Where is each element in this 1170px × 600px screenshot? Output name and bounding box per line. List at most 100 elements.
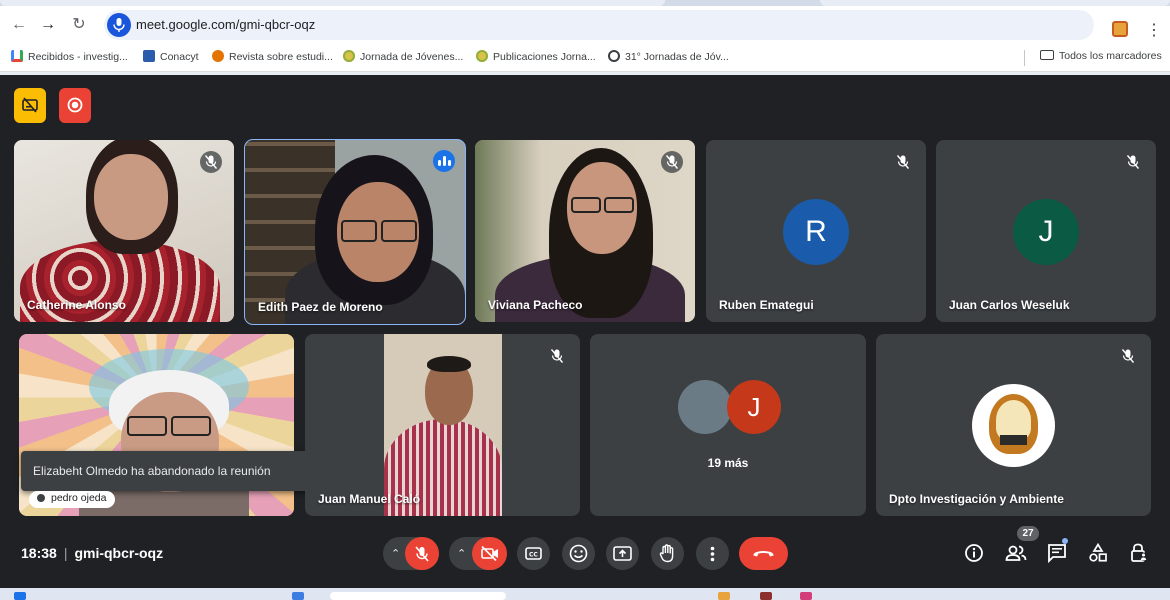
bookmark-item[interactable]: 31° Jornadas de Jóv...: [608, 50, 729, 63]
more-participants-label: 19 más: [707, 456, 749, 470]
meeting-details-button[interactable]: [964, 543, 986, 565]
bookmark-item[interactable]: Conacyt: [143, 50, 199, 63]
participant-tile[interactable]: R Ruben Emategui: [706, 140, 926, 322]
shapes-icon: [1089, 542, 1107, 562]
host-controls-button[interactable]: [1129, 543, 1151, 565]
participant-tile[interactable]: Dpto Investigación y Ambiente: [876, 334, 1151, 516]
participant-avatar: J: [1013, 199, 1079, 265]
bookmark-item[interactable]: Recibidos - investig...: [11, 50, 128, 63]
participant-name: Viviana Pacheco: [488, 298, 583, 312]
taskbar-app-icon[interactable]: [718, 592, 730, 600]
audio-options-chevron-icon[interactable]: ⌃: [391, 547, 400, 560]
start-icon[interactable]: [14, 592, 26, 600]
reactions-button[interactable]: [562, 537, 595, 570]
logo-banner: [1000, 435, 1027, 445]
participant-name: Juan Manuel Caló: [318, 492, 421, 506]
folder-icon: [1040, 50, 1054, 60]
chat-icon: [1048, 544, 1066, 564]
captions-off-icon: [22, 97, 38, 113]
bookmark-item[interactable]: Revista sobre estudi...: [212, 50, 333, 63]
participant-avatar-photo: [678, 380, 732, 434]
people-button[interactable]: [1005, 543, 1027, 565]
participant-tile[interactable]: J Juan Carlos Weseluk: [936, 140, 1156, 322]
glasses: [171, 416, 211, 436]
svg-text:CC: CC: [529, 552, 538, 559]
camera-off-icon: [481, 546, 498, 561]
browser-toolbar: ← → ↻ meet.google.com/gmi-qbcr-oqz ☆ ⋮: [0, 6, 1170, 44]
participant-avatar: J: [727, 380, 781, 434]
end-call-button[interactable]: [739, 537, 788, 570]
browser-chrome: ← → ↻ meet.google.com/gmi-qbcr-oqz ☆ ⋮ R…: [0, 0, 1170, 75]
captions-button[interactable]: CC: [517, 537, 550, 570]
more-participants-tile[interactable]: J 19 más: [590, 334, 866, 516]
participant-tile-speaking[interactable]: Edith Paez de Moreno: [244, 139, 466, 325]
people-icon: [1005, 545, 1027, 561]
gmail-icon: [11, 50, 23, 62]
forward-arrow-icon[interactable]: →: [38, 15, 58, 35]
recording-button[interactable]: [59, 88, 91, 123]
participant-name: Catherine Alonso: [27, 298, 126, 312]
no-video-captions-button[interactable]: [14, 88, 46, 123]
participant-face: [94, 154, 168, 240]
muted-mic-icon: [546, 345, 568, 367]
sun-icon: [343, 50, 355, 62]
record-icon: [67, 97, 83, 113]
bookmark-item[interactable]: Jornada de Jóvenes...: [343, 50, 463, 63]
speaking-indicator-icon: [433, 150, 455, 172]
muted-mic-icon: [661, 151, 683, 173]
muted-mic-icon: [1122, 151, 1144, 173]
lock-person-icon: [1131, 543, 1148, 562]
glasses: [381, 220, 417, 242]
globe-icon: [608, 50, 620, 62]
os-taskbar: [0, 588, 1170, 600]
raise-hand-button[interactable]: [651, 537, 684, 570]
mic-toggle-button[interactable]: [405, 537, 439, 570]
taskbar-app-icon[interactable]: [760, 592, 772, 600]
uni-logo-avatar: [972, 384, 1055, 467]
activities-button[interactable]: [1088, 542, 1110, 565]
url-text: meet.google.com/gmi-qbcr-oqz: [136, 17, 316, 32]
sun-icon: [476, 50, 488, 62]
participant-tile[interactable]: Viviana Pacheco: [475, 140, 695, 322]
taskbar-app-icon[interactable]: [292, 592, 304, 600]
browser-menu-icon[interactable]: ⋮: [1146, 20, 1162, 40]
participant-name: Juan Carlos Weseluk: [949, 298, 1070, 312]
participant-tile[interactable]: Juan Manuel Caló: [305, 334, 580, 516]
back-arrow-icon[interactable]: ←: [9, 15, 29, 35]
hang-up-icon: [753, 551, 774, 557]
participant-tile[interactable]: Catherine Alonso: [14, 140, 234, 322]
muted-mic-icon: [1117, 345, 1139, 367]
video-options-chevron-icon[interactable]: ⌃: [457, 547, 466, 560]
separator: |: [63, 545, 68, 561]
glasses: [341, 220, 377, 242]
journal-icon: [212, 50, 224, 62]
meeting-time: 18:38: [21, 545, 57, 561]
info-icon: [965, 544, 983, 562]
address-bar[interactable]: meet.google.com/gmi-qbcr-oqz ☆: [104, 10, 1094, 40]
taskbar-app-icon[interactable]: [800, 592, 812, 600]
glasses: [127, 416, 167, 436]
participant-name: Ruben Emategui: [719, 298, 814, 312]
participant-left-toast: Elizabeht Olmedo ha abandonado la reunió…: [21, 451, 316, 491]
muted-mic-icon: [892, 151, 914, 173]
chat-button[interactable]: [1047, 543, 1069, 565]
meeting-info: 18:38 | gmi-qbcr-oqz: [21, 545, 163, 561]
camera-toggle-button[interactable]: [472, 537, 507, 570]
meeting-code: gmi-qbcr-oqz: [74, 545, 164, 561]
participant-avatar: R: [783, 199, 849, 265]
bookmark-item[interactable]: Publicaciones Jorna...: [476, 50, 596, 63]
all-bookmarks-button[interactable]: Todos los marcadores: [1040, 50, 1162, 62]
reload-icon[interactable]: ↻: [69, 15, 89, 35]
extension-icon[interactable]: [1112, 21, 1128, 37]
taskbar-search-box[interactable]: [330, 592, 506, 600]
mic-off-icon: [415, 546, 429, 562]
emoji-icon: [569, 544, 588, 563]
presenter-name-chip: pedro ojeda: [29, 491, 116, 508]
present-screen-button[interactable]: [606, 537, 639, 570]
participant-count-badge: 27: [1017, 526, 1039, 541]
participant-hair: [427, 356, 471, 372]
more-options-button[interactable]: [696, 537, 729, 570]
mic-in-use-icon[interactable]: [107, 13, 131, 37]
bookmarks-bar: Recibidos - investig... Conacyt Revista …: [0, 44, 1170, 72]
bookmarks-divider: [1024, 50, 1025, 66]
